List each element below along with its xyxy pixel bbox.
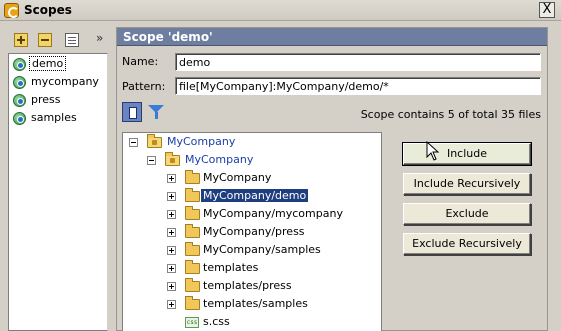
scope-icon — [13, 112, 26, 125]
title-bar: Scopes X — [0, 0, 561, 21]
folder-icon — [185, 278, 200, 292]
tree-node-label: MyCompany/mycompany — [203, 207, 343, 220]
scope-label: mycompany — [31, 75, 99, 88]
expand-icon[interactable] — [167, 210, 176, 219]
collapse-icon[interactable] — [129, 138, 138, 147]
tree-node-label: MyCompany — [203, 171, 272, 184]
scope-icon — [13, 58, 26, 71]
tree-node-label: templates/press — [203, 279, 292, 292]
folder-icon — [185, 206, 200, 220]
close-button[interactable]: X — [539, 2, 555, 18]
exclude-button[interactable]: Exclude — [403, 203, 531, 225]
expand-icon[interactable] — [167, 300, 176, 309]
more-actions-icon[interactable]: » — [96, 31, 103, 45]
module-icon — [147, 134, 162, 148]
tree-node-label: MyCompany/samples — [203, 243, 321, 256]
panel-title: Scope 'demo' — [123, 30, 213, 44]
exclude-recursively-button[interactable]: Exclude Recursively — [403, 233, 531, 255]
collapse-icon[interactable] — [147, 156, 156, 165]
tree-node-label: MyCompany/press — [203, 225, 305, 238]
folder-icon — [185, 188, 200, 202]
expand-icon[interactable] — [167, 228, 176, 237]
folder-icon — [185, 170, 200, 184]
file-tree[interactable]: MyCompany MyCompany MyCompany MyCompany/… — [122, 132, 382, 331]
include-recursively-button[interactable]: Include Recursively — [403, 173, 531, 195]
expand-icon[interactable] — [167, 264, 176, 273]
css-file-icon: css — [185, 317, 199, 328]
add-icon[interactable] — [14, 33, 28, 47]
tree-node-label: templates — [203, 261, 259, 274]
scope-info-text: Scope contains 5 of total 35 files — [360, 108, 541, 121]
scope-label: demo — [29, 56, 67, 71]
tree-node-label: MyCompany — [167, 135, 236, 148]
scope-icon — [13, 94, 26, 107]
folder-icon — [185, 224, 200, 238]
pattern-label: Pattern: — [122, 80, 166, 93]
scope-editor-panel: Scope 'demo' Name: demo Pattern: file[My… — [116, 27, 548, 331]
name-label: Name: — [122, 55, 159, 68]
tree-node-label: templates/samples — [203, 297, 308, 310]
expand-icon[interactable] — [167, 282, 176, 291]
name-field[interactable]: demo — [175, 53, 541, 71]
legend-icon[interactable] — [122, 102, 142, 122]
package-icon — [165, 152, 180, 166]
filter-icon[interactable] — [146, 102, 166, 122]
scope-list[interactable]: demo mycompany press samples — [8, 53, 108, 331]
scope-label: samples — [31, 111, 77, 124]
tree-node-label: s.css — [203, 315, 230, 328]
panel-header: Scope 'demo' — [117, 28, 547, 46]
scope-item-mycompany[interactable]: mycompany — [12, 74, 104, 90]
tree-node-label: MyCompany/demo — [199, 188, 310, 203]
expand-icon[interactable] — [167, 192, 176, 201]
remove-icon[interactable] — [38, 33, 52, 47]
folder-icon — [185, 242, 200, 256]
pattern-field[interactable]: file[MyCompany]:MyCompany/demo/* — [175, 77, 541, 95]
scope-item-demo[interactable]: demo — [12, 56, 104, 72]
copy-icon[interactable] — [65, 33, 79, 47]
app-icon — [4, 3, 19, 18]
folder-icon — [185, 260, 200, 274]
scope-item-samples[interactable]: samples — [12, 110, 104, 126]
dialog-body: » demo mycompany press samples Scope 'de… — [0, 21, 561, 331]
window-title: Scopes — [24, 3, 72, 17]
expand-icon[interactable] — [167, 174, 176, 183]
folder-icon — [185, 296, 200, 310]
scope-icon — [13, 76, 26, 89]
scope-label: press — [31, 93, 61, 106]
expand-icon[interactable] — [167, 246, 176, 255]
scope-item-press[interactable]: press — [12, 92, 104, 108]
include-button[interactable]: Include — [402, 142, 532, 166]
tree-node-label: MyCompany — [185, 153, 254, 166]
